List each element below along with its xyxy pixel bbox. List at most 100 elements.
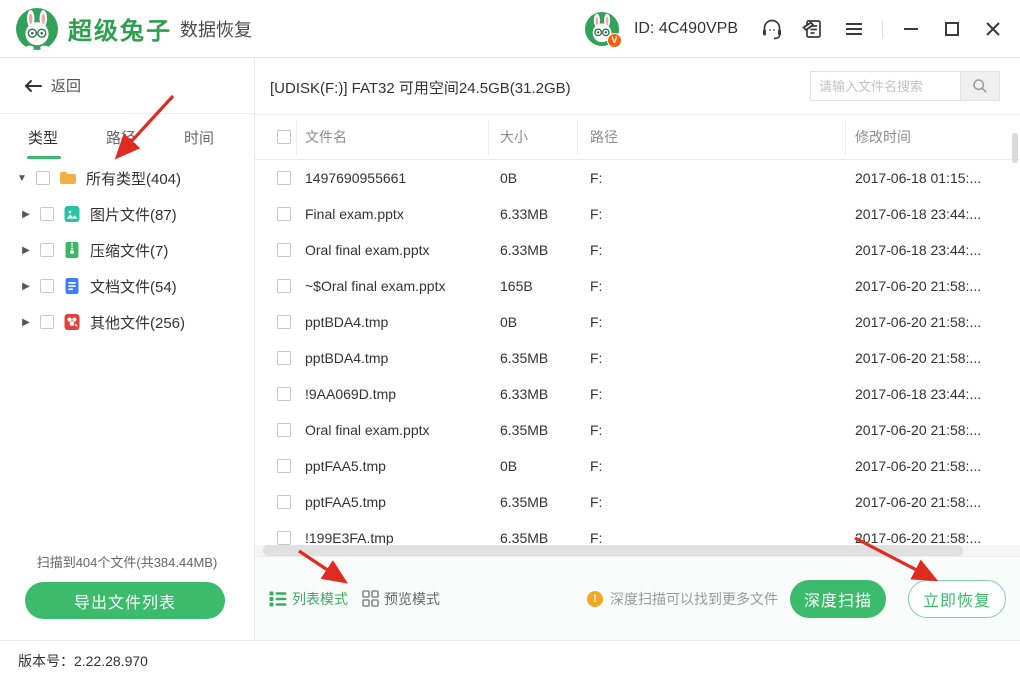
list-mode-label: 列表模式 [292,589,348,609]
table-row[interactable]: !9AA069D.tmp 6.33MB F: 2017-06-18 23:44:… [255,376,1020,412]
tree-checkbox[interactable] [40,315,54,329]
back-arrow-icon [24,79,42,93]
tree-item-others[interactable]: ▶ 其他文件(256) [0,304,254,340]
user-avatar[interactable]: V [585,12,619,46]
row-checkbox[interactable] [277,495,291,509]
tree-checkbox[interactable] [40,243,54,257]
tab-type[interactable]: 类型 [28,114,58,161]
file-size: 0B [500,448,585,484]
row-checkbox[interactable] [277,243,291,257]
file-path: F: [590,268,845,304]
sidebar-tabs: 类型 路径 时间 [0,114,254,161]
tab-path[interactable]: 路径 [106,114,136,161]
list-mode-toggle[interactable]: 列表模式 [269,589,348,609]
file-table-body: 1497690955661 0B F: 2017-06-18 01:15:...… [255,160,1020,556]
tree-item-archives[interactable]: ▶ 压缩文件(7) [0,232,254,268]
table-row[interactable]: Final exam.pptx 6.33MB F: 2017-06-18 23:… [255,196,1020,232]
tree-item-images[interactable]: ▶ 图片文件(87) [0,196,254,232]
file-size: 6.33MB [500,196,585,232]
tree-label: 其他文件(256) [90,312,185,333]
tree-checkbox[interactable] [40,279,54,293]
caret-right-icon[interactable]: ▶ [20,281,32,292]
row-checkbox[interactable] [277,207,291,221]
table-row[interactable]: Oral final exam.pptx 6.35MB F: 2017-06-2… [255,412,1020,448]
row-checkbox[interactable] [277,531,291,545]
row-checkbox[interactable] [277,423,291,437]
file-modified: 2017-06-18 01:15:... [855,160,1015,196]
search-input[interactable] [811,72,960,100]
tree-checkbox[interactable] [36,171,50,185]
titlebar-separator [882,20,883,38]
file-name: Oral final exam.pptx [305,412,495,448]
file-modified: 2017-06-20 21:58:... [855,484,1015,520]
search-button[interactable] [960,72,999,100]
version-label: 版本号：2.22.28.970 [18,651,148,671]
table-row[interactable]: ~$Oral final exam.pptx 165B F: 2017-06-2… [255,268,1020,304]
app-window: 超级兔子 数据恢复 V ID: 4C490VPB [0,0,1020,680]
row-checkbox[interactable] [277,387,291,401]
back-label: 返回 [51,75,81,96]
table-row[interactable]: pptFAA5.tmp 0B F: 2017-06-20 21:58:... [255,448,1020,484]
row-checkbox[interactable] [277,315,291,329]
preview-mode-toggle[interactable]: 预览模式 [362,589,440,609]
file-name: Final exam.pptx [305,196,495,232]
horizontal-scrollbar-track[interactable] [255,545,1020,556]
horizontal-scrollbar-thumb[interactable] [263,545,963,556]
main-panel: [UDISK(F:)] FAT32 可用空间24.5GB(31.2GB) 文件名… [255,58,1020,640]
folder-icon [58,168,78,188]
select-all-checkbox[interactable] [277,130,291,144]
tab-time[interactable]: 时间 [184,114,214,161]
caret-down-icon[interactable]: ▼ [16,173,28,184]
table-row[interactable]: pptBDA4.tmp 0B F: 2017-06-20 21:58:... [255,304,1020,340]
file-name: pptFAA5.tmp [305,448,495,484]
vip-badge: V [607,33,622,48]
column-divider [845,120,846,155]
column-header-path: 路径 [590,115,618,160]
table-row[interactable]: pptBDA4.tmp 6.35MB F: 2017-06-20 21:58:.… [255,340,1020,376]
caret-right-icon[interactable]: ▶ [20,317,32,328]
deep-scan-button[interactable]: 深度扫描 [790,580,886,618]
file-modified: 2017-06-20 21:58:... [855,268,1015,304]
sidebar: 返回 类型 路径 时间 ▼ 所有类型(404) ▶ [0,58,255,640]
deep-scan-hint-text: 深度扫描可以找到更多文件 [610,589,778,609]
list-view-icon [269,591,287,607]
tree-label: 文档文件(54) [90,276,177,297]
tree-item-documents[interactable]: ▶ 文档文件(54) [0,268,254,304]
recover-now-button[interactable]: 立即恢复 [908,580,1006,618]
minimize-button[interactable] [898,16,924,42]
vertical-scrollbar[interactable] [1012,133,1018,163]
tree-item-all-types[interactable]: ▼ 所有类型(404) [0,160,254,196]
tree-checkbox[interactable] [40,207,54,221]
row-checkbox[interactable] [277,351,291,365]
search-box [810,71,1000,101]
file-path: F: [590,376,845,412]
table-row[interactable]: Oral final exam.pptx 6.33MB F: 2017-06-1… [255,232,1020,268]
maximize-button[interactable] [939,16,965,42]
row-checkbox[interactable] [277,171,291,185]
back-button[interactable]: 返回 [0,58,254,114]
file-path: F: [590,412,845,448]
file-path: F: [590,196,845,232]
product-title: 数据恢复 [180,16,252,42]
customer-service-icon[interactable] [759,16,785,42]
table-row[interactable]: 1497690955661 0B F: 2017-06-18 01:15:... [255,160,1020,196]
file-path: F: [590,304,845,340]
caret-right-icon[interactable]: ▶ [20,209,32,220]
app-logo-rabbit-icon [16,8,58,50]
caret-right-icon[interactable]: ▶ [20,245,32,256]
row-checkbox[interactable] [277,459,291,473]
other-file-icon [62,312,82,332]
table-row[interactable]: pptFAA5.tmp 6.35MB F: 2017-06-20 21:58:.… [255,484,1020,520]
export-file-list-button[interactable]: 导出文件列表 [25,582,225,619]
grid-view-icon [362,590,379,607]
main-header: [UDISK(F:)] FAT32 可用空间24.5GB(31.2GB) [255,58,1020,115]
user-id: ID: 4C490VPB [634,20,738,38]
file-size: 6.33MB [500,376,585,412]
menu-icon[interactable] [841,16,867,42]
column-divider [296,120,297,155]
close-button[interactable] [980,16,1006,42]
file-size: 0B [500,304,585,340]
row-checkbox[interactable] [277,279,291,293]
feedback-icon[interactable] [800,16,826,42]
file-modified: 2017-06-18 23:44:... [855,376,1015,412]
